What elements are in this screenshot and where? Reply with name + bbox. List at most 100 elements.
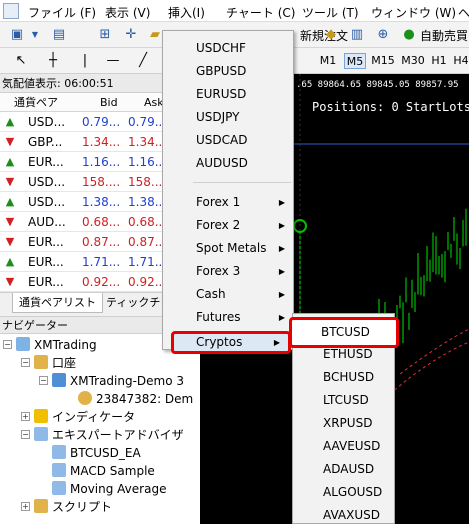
col-bid-header[interactable]: Bid <box>100 93 118 112</box>
timeframe-m5[interactable]: M5 <box>344 53 366 69</box>
expert-icon <box>52 481 66 495</box>
timeframe-h1[interactable]: H1 <box>430 53 448 69</box>
nav-accounts[interactable]: 口座 <box>34 354 76 372</box>
app-icon[interactable] <box>3 3 19 19</box>
crypto-menu-item[interactable]: BCHUSD <box>293 366 394 389</box>
arrow-down-icon: ▼ <box>5 175 15 188</box>
expert-icon <box>52 445 66 459</box>
collapse-icon[interactable]: − <box>3 340 12 349</box>
crypto-menu-item[interactable]: AAVEUSD <box>293 435 394 458</box>
timeframe-m1[interactable]: M1 <box>318 53 338 69</box>
menu-help[interactable]: ヘ <box>458 4 469 21</box>
nav-scripts[interactable]: スクリプト <box>34 498 112 516</box>
menu-item-label: Futures <box>196 310 241 324</box>
arrow-down-icon: ▼ <box>5 235 15 248</box>
menu-item-group[interactable]: Spot Metals ▶ <box>163 237 293 260</box>
menu-item-symbol[interactable]: AUDUSD <box>163 152 293 175</box>
vertical-line-icon[interactable]: | <box>76 52 94 70</box>
menu-item-label: Forex 1 <box>196 195 241 209</box>
menu-insert[interactable]: 挿入(I) <box>168 4 205 21</box>
expand-icon[interactable]: + <box>21 502 30 511</box>
crypto-menu-item[interactable]: ETHUSD <box>293 343 394 366</box>
menu-item-label: Forex 3 <box>196 264 241 278</box>
menu-item-group[interactable]: Forex 3 ▶ <box>163 260 293 283</box>
row-symbol: EUR... <box>28 235 64 249</box>
menu-chart[interactable]: チャート (C) <box>226 4 295 21</box>
menu-item-group[interactable]: Cryptos ▶ <box>171 331 291 354</box>
zoom-icon[interactable]: ⊕ <box>374 26 392 44</box>
timeframe-m15[interactable]: M15 <box>370 53 396 69</box>
terminal-icon <box>16 337 30 351</box>
gold-icon[interactable]: ◆ <box>322 26 340 44</box>
arrow-down-icon: ▼ <box>5 215 15 228</box>
submenu-arrow-icon: ▶ <box>273 338 280 347</box>
server-icon <box>52 373 66 387</box>
crosshair-icon[interactable]: ✛ <box>122 26 140 44</box>
menu-item-symbol[interactable]: USDCAD <box>163 129 293 152</box>
chart-ohlc-info: .65 89864.65 89845.05 89857.95 <box>296 80 459 90</box>
row-bid: 0.68... <box>82 215 121 229</box>
nav-indicators[interactable]: インディケータ <box>34 408 135 426</box>
crypto-menu-item[interactable]: XRPUSD <box>293 412 394 435</box>
expand-icon[interactable]: + <box>21 412 30 421</box>
trendline-icon[interactable]: ╱ <box>134 52 152 70</box>
tab-currency-pairs[interactable]: 通貨ペアリスト <box>12 293 103 313</box>
navigator-icon[interactable]: ⊞ <box>96 26 114 44</box>
menu-item-group[interactable]: Forex 1 ▶ <box>163 191 293 214</box>
nav-expert-advisors[interactable]: エキスパートアドバイザ <box>34 426 184 444</box>
nav-ea-ma[interactable]: Moving Average <box>52 480 166 498</box>
cursor-icon[interactable]: ↖ <box>12 52 30 70</box>
accounts-icon <box>34 355 48 369</box>
menu-item-symbol[interactable]: USDJPY <box>163 106 293 129</box>
row-bid: 1.38... <box>82 195 121 209</box>
menu-item-group[interactable]: Futures ▶ <box>163 306 293 329</box>
menu-file[interactable]: ファイル (F) <box>28 4 96 21</box>
arrow-down-icon: ▼ <box>5 275 15 288</box>
menu-item-label: Forex 2 <box>196 218 241 232</box>
nav-ea-btcusd[interactable]: BTCUSD_EA <box>52 444 141 462</box>
timeframe-h4[interactable]: H4 <box>452 53 469 69</box>
row-symbol: AUD... <box>28 215 66 229</box>
menu-bar: ファイル (F) 表示 (V) 挿入(I) チャート (C) ツール (T) ウ… <box>0 0 469 22</box>
menu-item-symbol[interactable]: USDCHF <box>163 37 293 60</box>
crypto-menu-item[interactable]: ADAUSD <box>293 458 394 481</box>
nav-ea-macd[interactable]: MACD Sample <box>52 462 155 480</box>
row-symbol: EUR... <box>28 155 64 169</box>
col-ask-header[interactable]: Ask <box>144 93 164 112</box>
menu-tools[interactable]: ツール (T) <box>302 4 359 21</box>
arrow-down-icon: ▼ <box>5 135 15 148</box>
ma-line-1 <box>399 328 469 375</box>
nav-root[interactable]: XMTrading <box>16 336 97 354</box>
row-symbol: USD... <box>28 115 66 129</box>
crosshair-tool-icon[interactable]: ┼ <box>44 52 62 70</box>
nav-account-id[interactable]: 23847382: Dem <box>78 390 193 408</box>
timeframe-m30[interactable]: M30 <box>400 53 426 69</box>
chevron-down-icon[interactable]: ▼ <box>30 26 40 44</box>
submenu-arrow-icon: ▶ <box>278 198 285 207</box>
menu-item-label: Cash <box>196 287 226 301</box>
crypto-menu-item[interactable]: AVAXUSD <box>293 504 394 524</box>
auto-trade-button[interactable]: 自動売買 <box>420 27 468 44</box>
expert-icon <box>34 427 48 441</box>
menu-view[interactable]: 表示 (V) <box>105 4 150 21</box>
col-symbol-header[interactable]: 通貨ペア <box>14 93 58 112</box>
menu-item-label: Cryptos <box>196 335 243 349</box>
menu-item-symbol[interactable]: GBPUSD <box>163 60 293 83</box>
auto-trade-icon[interactable]: ● <box>400 26 418 44</box>
profiles-icon[interactable]: ▤ <box>50 26 68 44</box>
crypto-menu-item[interactable]: ALGOUSD <box>293 481 394 504</box>
row-symbol: EUR... <box>28 255 64 269</box>
menu-window[interactable]: ウィンドウ (W) <box>371 4 456 21</box>
collapse-icon[interactable]: − <box>21 358 30 367</box>
collapse-icon[interactable]: − <box>39 376 48 385</box>
collapse-icon[interactable]: − <box>21 430 30 439</box>
chart-positions-text: Positions: 0 StartLots( <box>312 100 469 114</box>
menu-item-group[interactable]: Cash ▶ <box>163 283 293 306</box>
menu-item-symbol[interactable]: EURUSD <box>163 83 293 106</box>
crypto-menu-item[interactable]: LTCUSD <box>293 389 394 412</box>
chart-bars-icon[interactable]: ▥ <box>348 26 366 44</box>
new-chart-icon[interactable]: ▣ <box>8 26 26 44</box>
menu-item-group[interactable]: Forex 2 ▶ <box>163 214 293 237</box>
nav-account-server[interactable]: XMTrading-Demo 3 <box>52 372 184 390</box>
horizontal-line-icon[interactable]: — <box>104 52 122 70</box>
